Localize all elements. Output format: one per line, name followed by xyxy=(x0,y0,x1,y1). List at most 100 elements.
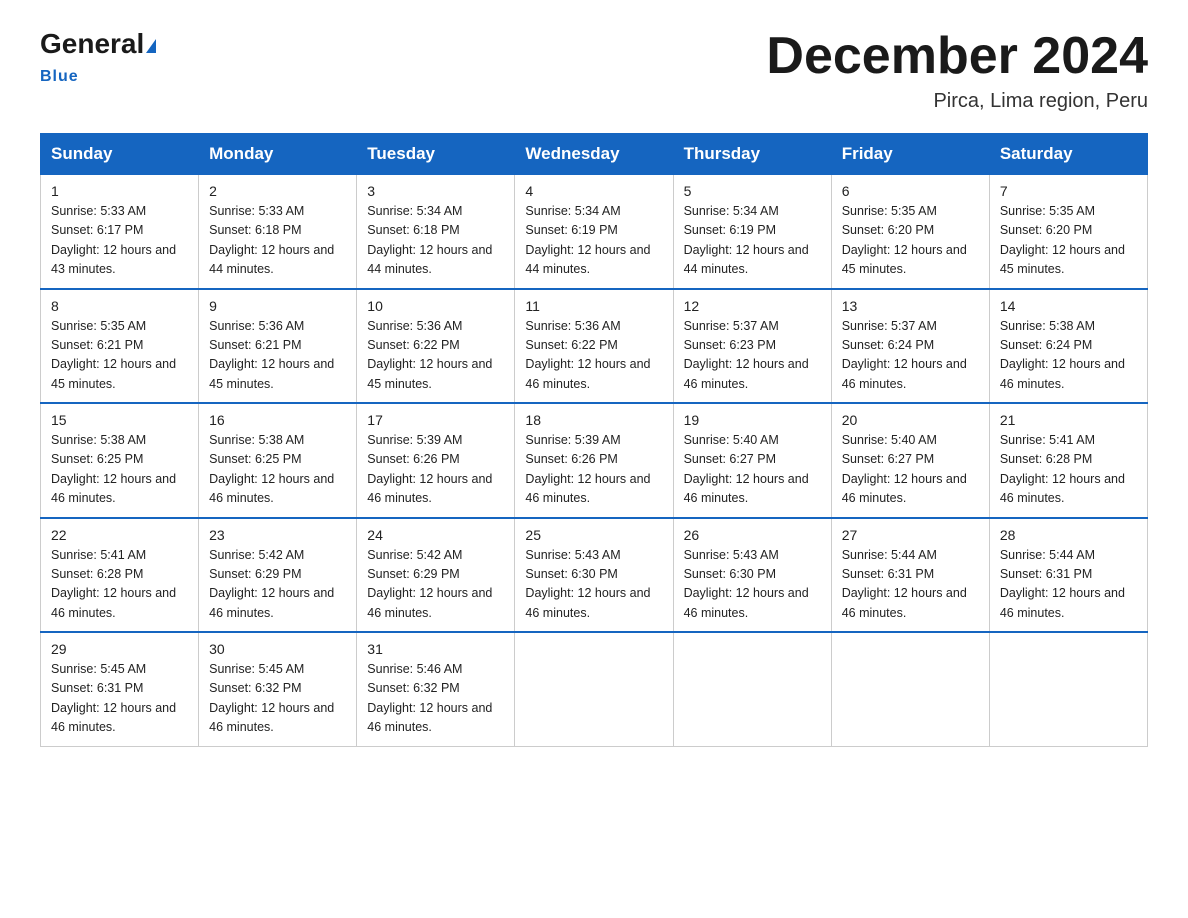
day-info: Sunrise: 5:39 AMSunset: 6:26 PMDaylight:… xyxy=(367,431,504,509)
calendar-week-row: 29Sunrise: 5:45 AMSunset: 6:31 PMDayligh… xyxy=(41,632,1148,746)
day-info: Sunrise: 5:36 AMSunset: 6:22 PMDaylight:… xyxy=(525,317,662,395)
calendar-cell: 26 Sunrise: 5:43 AMSunset: 6:30 PMDayligh… xyxy=(673,518,831,633)
title-area: December 2024 Pirca, Lima region, Peru xyxy=(766,30,1148,113)
calendar-cell: 18 Sunrise: 5:39 AMSunset: 6:26 PMDayligh… xyxy=(515,403,673,518)
day-info: Sunrise: 5:44 AMSunset: 6:31 PMDaylight:… xyxy=(842,546,979,624)
day-number: 10 xyxy=(367,298,504,314)
day-info: Sunrise: 5:37 AMSunset: 6:23 PMDaylight:… xyxy=(684,317,821,395)
calendar-week-row: 1 Sunrise: 5:33 AMSunset: 6:17 PMDaylight… xyxy=(41,175,1148,289)
calendar-cell: 30 Sunrise: 5:45 AMSunset: 6:32 PMDayligh… xyxy=(199,632,357,746)
day-info: Sunrise: 5:45 AMSunset: 6:32 PMDaylight:… xyxy=(209,660,346,738)
calendar-cell: 22Sunrise: 5:41 AMSunset: 6:28 PMDayligh… xyxy=(41,518,199,633)
calendar-cell xyxy=(989,632,1147,746)
calendar-cell: 14Sunrise: 5:38 AMSunset: 6:24 PMDayligh… xyxy=(989,289,1147,404)
calendar-cell: 10 Sunrise: 5:36 AMSunset: 6:22 PMDayligh… xyxy=(357,289,515,404)
calendar-cell: 7Sunrise: 5:35 AMSunset: 6:20 PMDaylight… xyxy=(989,175,1147,289)
header-thursday: Thursday xyxy=(673,134,831,175)
header-friday: Friday xyxy=(831,134,989,175)
day-info: Sunrise: 5:37 AMSunset: 6:24 PMDaylight:… xyxy=(842,317,979,395)
day-info: Sunrise: 5:43 AMSunset: 6:30 PMDaylight:… xyxy=(525,546,662,624)
day-number: 24 xyxy=(367,527,504,543)
day-number: 27 xyxy=(842,527,979,543)
day-number: 18 xyxy=(525,412,662,428)
calendar-cell: 23 Sunrise: 5:42 AMSunset: 6:29 PMDayligh… xyxy=(199,518,357,633)
day-number: 21 xyxy=(1000,412,1137,428)
day-info: Sunrise: 5:34 AMSunset: 6:19 PMDaylight:… xyxy=(684,202,821,280)
day-info: Sunrise: 5:35 AMSunset: 6:21 PMDaylight:… xyxy=(51,317,188,395)
calendar-cell xyxy=(515,632,673,746)
day-number: 5 xyxy=(684,183,821,199)
header-wednesday: Wednesday xyxy=(515,134,673,175)
day-info: Sunrise: 5:40 AMSunset: 6:27 PMDaylight:… xyxy=(684,431,821,509)
day-number: 28 xyxy=(1000,527,1137,543)
calendar-cell: 6Sunrise: 5:35 AMSunset: 6:20 PMDaylight… xyxy=(831,175,989,289)
day-number: 17 xyxy=(367,412,504,428)
header-monday: Monday xyxy=(199,134,357,175)
day-info: Sunrise: 5:34 AMSunset: 6:19 PMDaylight:… xyxy=(525,202,662,280)
day-number: 15 xyxy=(51,412,188,428)
logo-general: General xyxy=(40,28,144,59)
day-number: 13 xyxy=(842,298,979,314)
day-number: 16 xyxy=(209,412,346,428)
day-info: Sunrise: 5:40 AMSunset: 6:27 PMDaylight:… xyxy=(842,431,979,509)
logo-triangle-icon xyxy=(146,39,156,53)
calendar-cell xyxy=(831,632,989,746)
calendar-cell: 8 Sunrise: 5:35 AMSunset: 6:21 PMDaylight… xyxy=(41,289,199,404)
calendar-cell: 27 Sunrise: 5:44 AMSunset: 6:31 PMDayligh… xyxy=(831,518,989,633)
calendar-cell: 21 Sunrise: 5:41 AMSunset: 6:28 PMDayligh… xyxy=(989,403,1147,518)
calendar-cell: 12Sunrise: 5:37 AMSunset: 6:23 PMDayligh… xyxy=(673,289,831,404)
day-number: 31 xyxy=(367,641,504,657)
location: Pirca, Lima region, Peru xyxy=(766,90,1148,113)
day-info: Sunrise: 5:42 AMSunset: 6:29 PMDaylight:… xyxy=(209,546,346,624)
header-tuesday: Tuesday xyxy=(357,134,515,175)
header-saturday: Saturday xyxy=(989,134,1147,175)
calendar-week-row: 15 Sunrise: 5:38 AMSunset: 6:25 PMDayligh… xyxy=(41,403,1148,518)
calendar-cell: 20 Sunrise: 5:40 AMSunset: 6:27 PMDayligh… xyxy=(831,403,989,518)
day-info: Sunrise: 5:34 AMSunset: 6:18 PMDaylight:… xyxy=(367,202,504,280)
day-number: 20 xyxy=(842,412,979,428)
calendar-cell: 11 Sunrise: 5:36 AMSunset: 6:22 PMDayligh… xyxy=(515,289,673,404)
day-info: Sunrise: 5:41 AMSunset: 6:28 PMDaylight:… xyxy=(51,546,188,624)
calendar-cell: 28Sunrise: 5:44 AMSunset: 6:31 PMDayligh… xyxy=(989,518,1147,633)
day-info: Sunrise: 5:33 AMSunset: 6:17 PMDaylight:… xyxy=(51,202,188,280)
day-info: Sunrise: 5:33 AMSunset: 6:18 PMDaylight:… xyxy=(209,202,346,280)
calendar-cell: 16 Sunrise: 5:38 AMSunset: 6:25 PMDayligh… xyxy=(199,403,357,518)
calendar-cell: 4 Sunrise: 5:34 AMSunset: 6:19 PMDaylight… xyxy=(515,175,673,289)
calendar-table: SundayMondayTuesdayWednesdayThursdayFrid… xyxy=(40,133,1148,747)
calendar-cell: 13 Sunrise: 5:37 AMSunset: 6:24 PMDayligh… xyxy=(831,289,989,404)
day-number: 23 xyxy=(209,527,346,543)
calendar-cell: 24 Sunrise: 5:42 AMSunset: 6:29 PMDayligh… xyxy=(357,518,515,633)
day-info: Sunrise: 5:39 AMSunset: 6:26 PMDaylight:… xyxy=(525,431,662,509)
day-number: 26 xyxy=(684,527,821,543)
day-info: Sunrise: 5:43 AMSunset: 6:30 PMDaylight:… xyxy=(684,546,821,624)
calendar-cell: 31Sunrise: 5:46 AMSunset: 6:32 PMDayligh… xyxy=(357,632,515,746)
day-info: Sunrise: 5:42 AMSunset: 6:29 PMDaylight:… xyxy=(367,546,504,624)
day-number: 29 xyxy=(51,641,188,657)
calendar-header-row: SundayMondayTuesdayWednesdayThursdayFrid… xyxy=(41,134,1148,175)
day-info: Sunrise: 5:38 AMSunset: 6:25 PMDaylight:… xyxy=(209,431,346,509)
day-number: 8 xyxy=(51,298,188,314)
day-info: Sunrise: 5:38 AMSunset: 6:25 PMDaylight:… xyxy=(51,431,188,509)
day-info: Sunrise: 5:41 AMSunset: 6:28 PMDaylight:… xyxy=(1000,431,1137,509)
calendar-cell: 17 Sunrise: 5:39 AMSunset: 6:26 PMDayligh… xyxy=(357,403,515,518)
calendar-cell: 15 Sunrise: 5:38 AMSunset: 6:25 PMDayligh… xyxy=(41,403,199,518)
day-number: 1 xyxy=(51,183,188,199)
day-number: 4 xyxy=(525,183,662,199)
calendar-cell: 29Sunrise: 5:45 AMSunset: 6:31 PMDayligh… xyxy=(41,632,199,746)
day-number: 25 xyxy=(525,527,662,543)
day-info: Sunrise: 5:38 AMSunset: 6:24 PMDaylight:… xyxy=(1000,317,1137,395)
day-number: 6 xyxy=(842,183,979,199)
calendar-cell: 9 Sunrise: 5:36 AMSunset: 6:21 PMDaylight… xyxy=(199,289,357,404)
logo-text: General Blue xyxy=(40,30,156,86)
day-number: 19 xyxy=(684,412,821,428)
day-number: 2 xyxy=(209,183,346,199)
day-info: Sunrise: 5:36 AMSunset: 6:22 PMDaylight:… xyxy=(367,317,504,395)
day-number: 9 xyxy=(209,298,346,314)
day-info: Sunrise: 5:36 AMSunset: 6:21 PMDaylight:… xyxy=(209,317,346,395)
calendar-cell: 19 Sunrise: 5:40 AMSunset: 6:27 PMDayligh… xyxy=(673,403,831,518)
calendar-cell: 5 Sunrise: 5:34 AMSunset: 6:19 PMDaylight… xyxy=(673,175,831,289)
logo-blue: Blue xyxy=(40,68,79,85)
day-number: 30 xyxy=(209,641,346,657)
calendar-week-row: 8 Sunrise: 5:35 AMSunset: 6:21 PMDaylight… xyxy=(41,289,1148,404)
day-number: 11 xyxy=(525,298,662,314)
